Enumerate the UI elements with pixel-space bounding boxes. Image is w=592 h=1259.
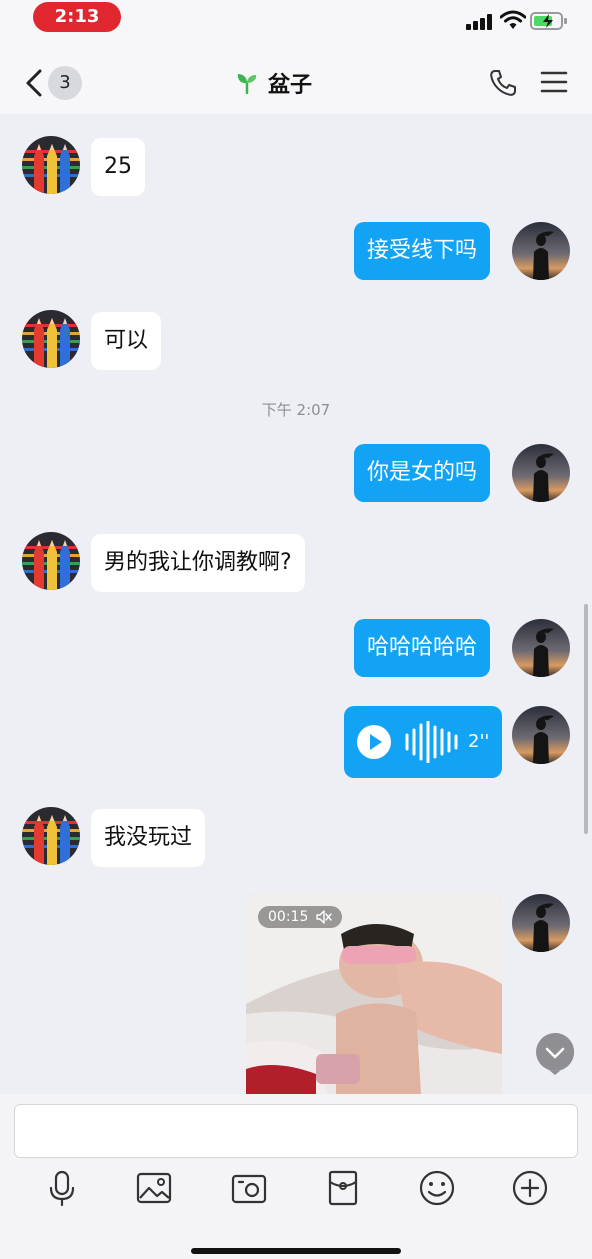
outgoing-message-bubble[interactable]: 哈哈哈哈哈 <box>354 619 491 677</box>
scroll-to-bottom-icon[interactable] <box>535 1032 575 1076</box>
muted-speaker-icon <box>316 910 333 924</box>
contact-avatar[interactable] <box>22 136 80 194</box>
voice-message-bubble[interactable]: 2'' <box>344 706 502 778</box>
voice-duration: 2'' <box>468 731 490 752</box>
camera-icon[interactable] <box>229 1168 269 1208</box>
my-avatar[interactable] <box>512 706 570 764</box>
red-packet-icon[interactable] <box>323 1168 363 1208</box>
battery-charging-icon <box>530 12 567 30</box>
pencils-avatar-image <box>22 136 80 194</box>
unread-count-badge: 3 <box>48 66 82 100</box>
incoming-message-bubble[interactable]: 25 <box>91 138 145 196</box>
audio-waveform-icon <box>405 721 458 763</box>
silhouette-avatar-image <box>512 619 570 677</box>
sprout-icon <box>237 74 257 94</box>
message-input[interactable] <box>14 1104 578 1158</box>
contact-avatar[interactable] <box>22 807 80 865</box>
silhouette-avatar-image <box>512 706 570 764</box>
chat-header: 3 盆子 <box>0 44 592 114</box>
menu-icon[interactable] <box>540 70 568 94</box>
outgoing-message-bubble[interactable]: 接受线下吗 <box>354 222 491 280</box>
outgoing-message-bubble[interactable]: 你是女的吗 <box>354 444 491 502</box>
chat-title-group[interactable]: 盆子 <box>236 66 312 100</box>
video-duration: 00:15 <box>268 909 309 925</box>
pencils-avatar-image <box>22 532 80 590</box>
emoji-icon[interactable] <box>417 1168 457 1208</box>
signal-icon <box>466 12 496 30</box>
chat-title: 盆子 <box>268 73 313 98</box>
incoming-message-bubble[interactable]: 可以 <box>91 312 162 370</box>
chat-scrollbar[interactable] <box>584 604 588 834</box>
home-indicator[interactable] <box>191 1248 401 1254</box>
chevron-left-icon <box>26 69 42 97</box>
play-icon[interactable] <box>356 724 392 760</box>
incoming-message-bubble[interactable]: 我没玩过 <box>91 809 206 867</box>
silhouette-avatar-image <box>512 444 570 502</box>
contact-avatar[interactable] <box>22 310 80 368</box>
wifi-icon <box>500 10 526 29</box>
status-time: 2:13 <box>33 2 121 32</box>
my-avatar[interactable] <box>512 619 570 677</box>
video-message-thumbnail[interactable]: 00:15 <box>246 894 502 1094</box>
status-bar: 2:13 <box>0 0 592 44</box>
contact-avatar[interactable] <box>22 532 80 590</box>
silhouette-avatar-image <box>512 894 570 952</box>
phone-call-icon[interactable] <box>488 68 518 98</box>
incoming-message-bubble[interactable]: 男的我让你调教啊? <box>91 534 305 592</box>
my-avatar[interactable] <box>512 894 570 952</box>
plus-icon[interactable] <box>510 1168 550 1208</box>
photo-icon[interactable] <box>134 1168 174 1208</box>
pencils-avatar-image <box>22 310 80 368</box>
pencils-avatar-image <box>22 807 80 865</box>
chat-message-list[interactable]: 25 接受线下吗 可以 下午 2:07 你是女的吗 男的我让你调教啊? 哈哈哈哈… <box>0 114 592 1094</box>
mic-icon[interactable] <box>42 1168 82 1208</box>
back-button[interactable]: 3 <box>22 66 82 100</box>
my-avatar[interactable] <box>512 444 570 502</box>
silhouette-avatar-image <box>512 222 570 280</box>
video-duration-badge: 00:15 <box>258 906 343 928</box>
message-timestamp: 下午 2:07 <box>261 401 331 419</box>
input-bar <box>0 1094 592 1259</box>
my-avatar[interactable] <box>512 222 570 280</box>
